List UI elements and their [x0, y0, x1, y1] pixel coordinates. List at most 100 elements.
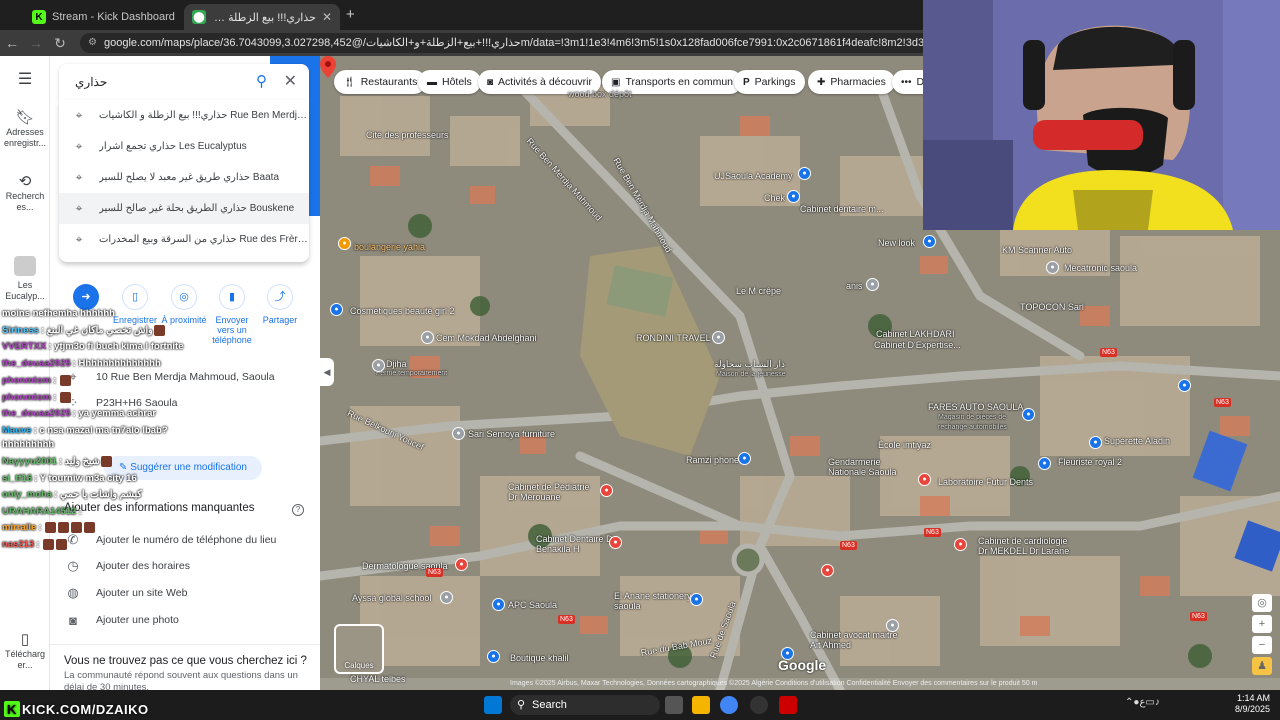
search-input[interactable]: حذاري: [75, 75, 107, 89]
poi-marker[interactable]: ●: [1178, 379, 1191, 392]
poi-marker[interactable]: ●: [886, 619, 899, 632]
reload-icon[interactable]: ↻: [48, 35, 72, 52]
directions-icon: ➜: [73, 284, 99, 310]
zoom-out-button[interactable]: −: [1252, 636, 1272, 654]
poi-marker[interactable]: ●: [787, 190, 800, 203]
address-bar[interactable]: ⚙ google.com/maps/place/حذاري!!!+بيع+الز…: [80, 33, 940, 53]
add-hours-row[interactable]: ◷ Ajouter des horaires: [50, 553, 320, 579]
poi-marker[interactable]: ●: [712, 331, 725, 344]
map-label: Gendarmerie Nationale Saoula: [828, 457, 897, 477]
selected-place-pin[interactable]: [320, 56, 336, 78]
chat-message: phonmtom:: [2, 375, 72, 386]
more-icon: •••: [901, 76, 912, 88]
chip-pharmacies[interactable]: ✚ Pharmacies: [808, 70, 895, 94]
poi-marker[interactable]: ●: [798, 167, 811, 180]
zoom-in-button[interactable]: +: [1252, 615, 1272, 633]
suggestion-item[interactable]: ⌖ حذاري من السرقة وبيع المخدرات Rue des F…: [59, 224, 309, 255]
app-icon[interactable]: [779, 696, 797, 714]
search-icon[interactable]: ⚲: [256, 72, 267, 90]
share-button[interactable]: ⤴ Partager: [256, 284, 304, 325]
poi-marker[interactable]: ●: [738, 452, 751, 465]
help-icon[interactable]: ?: [292, 504, 304, 516]
poi-marker[interactable]: ●: [609, 536, 622, 549]
site-info-icon[interactable]: ⚙: [88, 33, 97, 53]
map-label: TOPOCON Sarl: [1020, 302, 1084, 312]
location-pin-icon: ⌖: [75, 108, 83, 122]
poi-marker[interactable]: ●: [492, 598, 505, 611]
save-button[interactable]: ▯ Enregistrer: [111, 284, 159, 325]
tab-kick-dashboard[interactable]: K Stream - Kick Dashboard ✕: [24, 4, 182, 30]
close-tab-icon[interactable]: ✕: [316, 10, 332, 24]
location-pin-icon: ⌖: [75, 139, 83, 153]
chip-parkings[interactable]: P Parkings: [734, 70, 805, 94]
pharmacy-icon: ✚: [817, 76, 826, 88]
poi-marker[interactable]: ●: [690, 593, 703, 606]
poi-marker[interactable]: ●: [452, 427, 465, 440]
poi-marker[interactable]: ●: [455, 558, 468, 571]
poi-marker[interactable]: ●: [1022, 408, 1035, 421]
tab-google-maps[interactable]: ⬤ حذاري!!! بيع الزطلة و الكاشيات - ... ✕: [184, 4, 340, 30]
suggestion-item[interactable]: ⌖ حذاري الطريق بحلة غير صالح للسير Bouske…: [59, 193, 309, 224]
add-website-row[interactable]: ◍ Ajouter un site Web: [50, 580, 320, 606]
poi-marker[interactable]: ●: [866, 278, 879, 291]
poi-marker[interactable]: ●: [1038, 457, 1051, 470]
task-view-icon[interactable]: [665, 696, 683, 714]
rail-recent-place[interactable]: Les Eucalyp...: [0, 256, 50, 302]
menu-icon[interactable]: ☰: [0, 72, 50, 88]
phone-send-icon: ▮: [219, 284, 245, 310]
rail-recent[interactable]: ⟲ Recherch es...: [0, 174, 50, 213]
road-shield: N63: [840, 541, 857, 550]
poi-marker[interactable]: ●: [954, 538, 967, 551]
map-label: Ayssa global school: [352, 593, 432, 603]
chat-message: VVERTXX: ytjm3o fi buch kima l fortnite: [2, 341, 184, 352]
poi-marker[interactable]: ●: [821, 564, 834, 577]
map-label: Cem Mokdad Abdelghani: [436, 333, 537, 343]
obs-icon[interactable]: [750, 696, 768, 714]
suggestion-item[interactable]: ⌖ حذاري طريق غير معبد لا يصلح للسير Baata: [59, 162, 309, 193]
poi-marker[interactable]: ●: [440, 591, 453, 604]
rail-download[interactable]: ▯ Télécharg er...: [0, 632, 50, 671]
poi-marker[interactable]: ●: [1089, 436, 1102, 449]
pegman-icon[interactable]: ♟: [1252, 657, 1272, 675]
layers-button[interactable]: Calques: [334, 624, 384, 674]
start-icon[interactable]: [484, 696, 502, 714]
close-icon[interactable]: ✕: [284, 71, 297, 91]
suggestion-item[interactable]: ⌖ حذاري تجمع اشرار Les Eucalyptus: [59, 131, 309, 162]
poi-marker[interactable]: ●: [421, 331, 434, 344]
volume-icon[interactable]: ♪: [1155, 697, 1160, 708]
file-explorer-icon[interactable]: [692, 696, 710, 714]
chrome-icon[interactable]: [720, 696, 738, 714]
my-location-icon[interactable]: ◎: [1252, 594, 1272, 612]
poi-marker[interactable]: ●: [918, 473, 931, 486]
back-icon[interactable]: ←: [0, 35, 24, 51]
poi-marker[interactable]: ●: [372, 359, 385, 372]
poi-marker[interactable]: ●: [338, 237, 351, 250]
system-tray[interactable]: ⌃●ع▭♪: [1125, 697, 1160, 708]
restaurant-icon: 🍴︎: [343, 76, 356, 88]
taskbar-search[interactable]: ⚲ Search: [510, 695, 660, 715]
search-box[interactable]: حذاري ⚲ ✕: [59, 64, 309, 100]
map-controls: ◎ + − ♟: [1252, 594, 1272, 678]
tab-title: Stream - Kick Dashboard: [52, 11, 175, 23]
collapse-panel-button[interactable]: ◀: [320, 358, 334, 386]
url-text: google.com/maps/place/حذاري!!!+بيع+الزطل…: [104, 37, 940, 49]
taskbar-clock[interactable]: 1:14 AM 8/9/2025: [1235, 693, 1270, 715]
poi-marker[interactable]: ●: [330, 303, 343, 316]
rail-saved[interactable]: 🔖︎ Adresses enregistr...: [0, 110, 50, 149]
forward-icon[interactable]: →: [24, 35, 48, 51]
suggestion-item[interactable]: ⌖ حذاري!!! بيع الزطلة و الكاشيات Rue Ben …: [59, 100, 309, 131]
poi-marker[interactable]: ●: [600, 484, 613, 497]
chip-hotels[interactable]: ▬ Hôtels: [418, 70, 481, 94]
chip-restaurants[interactable]: 🍴︎ Restaurants: [334, 70, 427, 94]
close-tab-icon[interactable]: ✕: [175, 10, 182, 24]
poi-marker[interactable]: ●: [1046, 261, 1059, 274]
network-icon[interactable]: ▭: [1145, 697, 1154, 708]
add-photo-row[interactable]: ◙ Ajouter une photo: [50, 607, 320, 633]
send-to-phone-button[interactable]: ▮ Envoyer vers un téléphone: [208, 284, 256, 345]
maps-icon: ⬤: [192, 10, 206, 24]
poi-marker[interactable]: ●: [923, 235, 936, 248]
nearby-button[interactable]: ◎ À proximité: [160, 284, 208, 325]
new-tab-button[interactable]: +: [346, 6, 355, 23]
map-label: Maison de la jeunesse: [716, 371, 786, 378]
poi-marker[interactable]: ●: [487, 650, 500, 663]
